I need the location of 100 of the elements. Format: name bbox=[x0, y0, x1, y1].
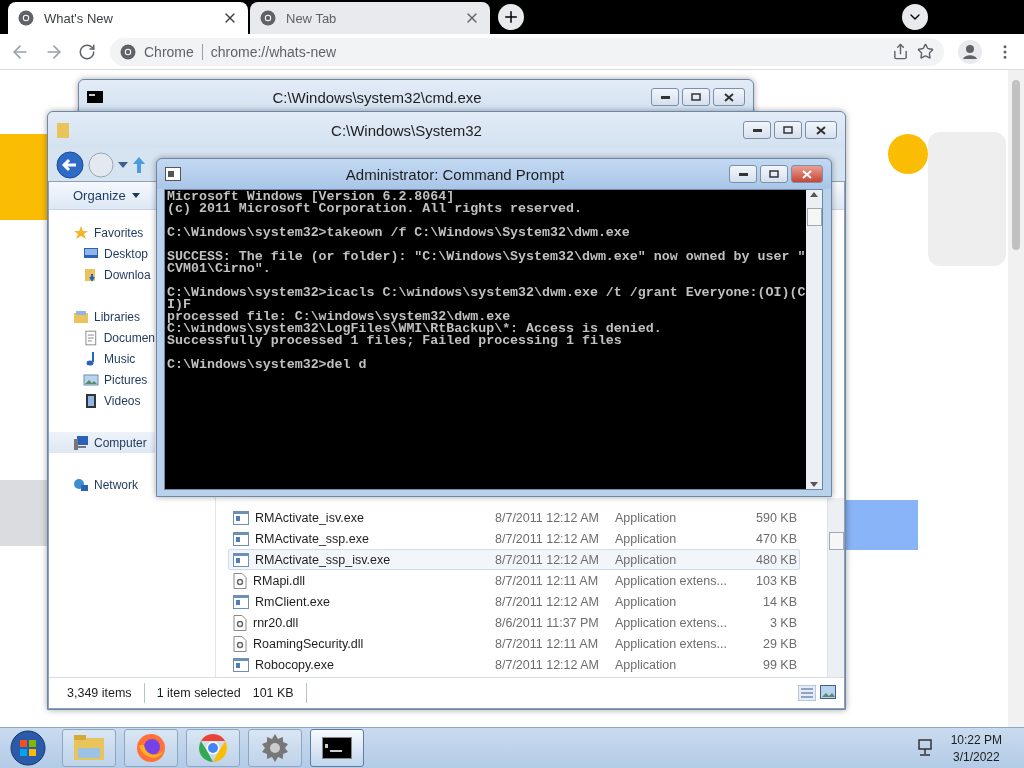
minimize-icon bbox=[738, 172, 748, 176]
star-icon bbox=[73, 224, 89, 241]
nav-item[interactable]: Documen bbox=[49, 327, 155, 348]
program-icon bbox=[233, 657, 249, 672]
site-label: Chrome bbox=[144, 43, 194, 60]
new-tab-button[interactable] bbox=[498, 4, 524, 30]
nav-item[interactable]: Downloa bbox=[49, 264, 155, 285]
file-name: RmClient.exe bbox=[255, 594, 331, 609]
nav-item[interactable]: Favorites bbox=[49, 222, 155, 243]
share-icon[interactable] bbox=[892, 43, 909, 60]
folder-icon bbox=[73, 734, 105, 762]
console-icon bbox=[165, 167, 181, 181]
decor-shape bbox=[0, 480, 48, 546]
chrome-logo-icon bbox=[18, 10, 34, 26]
size-cell-text: 99 KB bbox=[761, 657, 797, 672]
file-row[interactable]: RMapi.dll 8/7/2011 12:11 AM Application extens... 103 KB bbox=[228, 570, 800, 591]
program-icon bbox=[233, 594, 249, 609]
profile-avatar-icon[interactable] bbox=[958, 39, 982, 64]
file-name: RMapi.dll bbox=[253, 573, 306, 588]
maximize-button[interactable] bbox=[682, 88, 710, 106]
file-row[interactable]: Robocopy.exe 8/7/2011 12:12 AM Application 99 KB bbox=[228, 654, 800, 675]
scroll-down-icon[interactable] bbox=[809, 481, 819, 489]
decor-circle bbox=[888, 134, 928, 174]
date-cell-text: 8/7/2011 12:12 AM bbox=[495, 531, 601, 546]
type-cell-text: Application bbox=[615, 657, 678, 672]
nav-item[interactable]: Music bbox=[49, 348, 155, 369]
maximize-icon bbox=[691, 93, 701, 101]
film-icon bbox=[83, 392, 99, 409]
file-row[interactable]: RoamingSecurity.dll 8/7/2011 12:11 AM Application extens... 29 KB bbox=[228, 633, 800, 654]
maximize-button[interactable] bbox=[774, 121, 802, 139]
maximize-icon bbox=[783, 126, 793, 134]
file-name: Robocopy.exe bbox=[255, 657, 334, 672]
bookmark-star-icon[interactable] bbox=[917, 43, 934, 60]
program-icon bbox=[233, 552, 249, 567]
taskbar-button[interactable] bbox=[310, 729, 364, 767]
minimize-icon bbox=[660, 95, 670, 99]
file-row[interactable]: RMActivate_ssp.exe 8/7/2011 12:12 AM Application 470 KB bbox=[228, 528, 800, 549]
gear-file-icon bbox=[233, 635, 247, 652]
file-row[interactable]: RMActivate_isv.exe 8/7/2011 12:12 AM Application 590 KB bbox=[228, 507, 800, 528]
close-button[interactable] bbox=[713, 88, 745, 106]
maximize-icon bbox=[769, 170, 779, 178]
console-icon bbox=[322, 737, 352, 759]
type-cell-text: Application extens... bbox=[615, 573, 728, 588]
nav-item[interactable]: Videos bbox=[49, 390, 155, 411]
scrollbar-thumb[interactable] bbox=[829, 532, 844, 550]
browser-tab[interactable]: New Tab bbox=[250, 2, 490, 34]
program-icon bbox=[233, 531, 249, 546]
firefox-icon bbox=[136, 733, 166, 763]
scrollbar[interactable] bbox=[806, 190, 822, 489]
selection-size: 101 KB bbox=[252, 686, 294, 700]
type-cell-text: Application extens... bbox=[615, 615, 728, 630]
file-name: RMActivate_isv.exe bbox=[255, 510, 364, 525]
maximize-button[interactable] bbox=[760, 165, 788, 183]
date-cell-text: 8/7/2011 12:11 AM bbox=[495, 573, 600, 588]
ribbon-shape bbox=[846, 500, 918, 550]
window-title: C:\Windows\System32 bbox=[330, 121, 483, 139]
clock-time: 10:22 PM bbox=[950, 732, 1002, 747]
nav-item[interactable]: Libraries bbox=[49, 306, 155, 327]
nav-item[interactable]: Pictures bbox=[49, 369, 155, 390]
window-title: C:\Windows\system32\cmd.exe bbox=[271, 88, 483, 106]
start-button-icon[interactable] bbox=[8, 729, 48, 767]
type-cell-text: Application bbox=[615, 552, 678, 567]
date-cell-text: 8/7/2011 12:12 AM bbox=[495, 594, 601, 609]
close-icon bbox=[802, 169, 812, 179]
size-cell-text: 29 KB bbox=[761, 636, 797, 651]
program-icon bbox=[233, 510, 249, 525]
file-name: RMActivate_ssp_isv.exe bbox=[255, 552, 391, 567]
thumbnail-view-icon[interactable] bbox=[820, 685, 836, 699]
size-cell-text: 14 KB bbox=[761, 594, 797, 609]
size-cell-text: 590 KB bbox=[755, 510, 797, 525]
scrollbar-thumb[interactable] bbox=[807, 208, 822, 226]
file-row[interactable]: rnr20.dll 8/6/2011 11:37 PM Application extens... 3 KB bbox=[228, 612, 800, 633]
minimize-button[interactable] bbox=[743, 121, 771, 139]
reload-icon[interactable] bbox=[78, 42, 96, 61]
scrollbar[interactable] bbox=[827, 498, 844, 677]
file-row[interactable]: RMActivate_ssp_isv.exe 8/7/2011 12:12 AM Application 480 KB bbox=[228, 549, 800, 570]
close-button[interactable] bbox=[805, 121, 837, 139]
item-count: 3,349 items bbox=[67, 686, 132, 700]
caret-icon[interactable] bbox=[118, 161, 128, 168]
date-cell-text: 8/7/2011 12:12 AM bbox=[495, 552, 601, 567]
address-bar[interactable]: Chrome chrome://whats-new bbox=[110, 37, 944, 66]
nav-item[interactable]: Network bbox=[49, 474, 155, 495]
chrome-logo-icon bbox=[120, 43, 136, 60]
scrollbar-thumb[interactable] bbox=[1012, 80, 1020, 250]
nav-item[interactable]: Computer bbox=[49, 432, 155, 453]
organize-button[interactable]: Organize bbox=[67, 186, 146, 205]
file-row[interactable]: RmClient.exe 8/7/2011 12:12 AM Application 14 KB bbox=[228, 591, 800, 612]
size-cell-text: 103 KB bbox=[755, 573, 797, 588]
type-cell-text: Application bbox=[615, 531, 678, 546]
gear-file-icon bbox=[233, 572, 247, 589]
nav-item[interactable]: Desktop bbox=[49, 243, 155, 264]
minimize-button[interactable] bbox=[729, 165, 757, 183]
date-cell-text: 8/7/2011 12:12 AM bbox=[495, 657, 601, 672]
tab-search-button[interactable] bbox=[902, 4, 928, 30]
date-cell-text: 8/7/2011 12:11 AM bbox=[495, 636, 600, 651]
size-cell-text: 470 KB bbox=[755, 531, 797, 546]
picture-icon bbox=[83, 371, 99, 388]
caret-icon bbox=[131, 193, 140, 198]
minimize-button[interactable] bbox=[651, 88, 679, 106]
browser-tab[interactable]: What's New bbox=[8, 2, 248, 34]
